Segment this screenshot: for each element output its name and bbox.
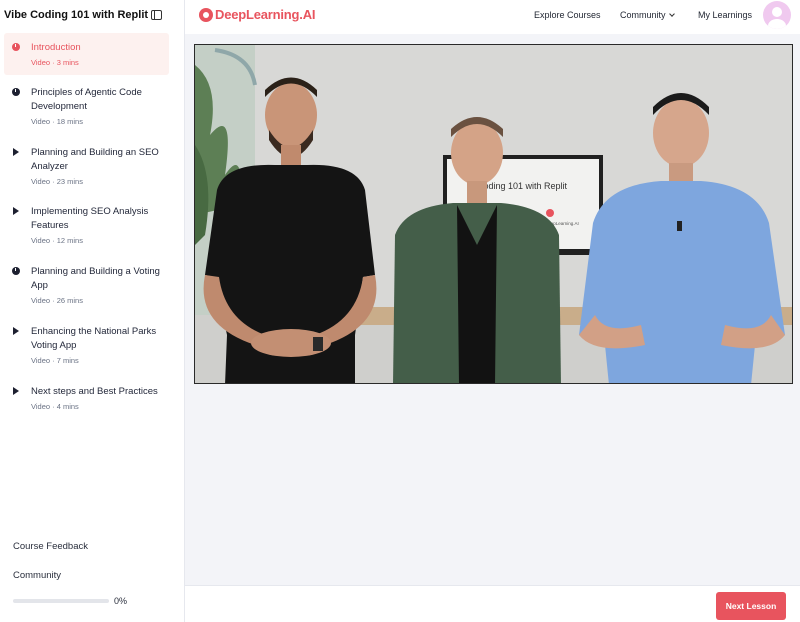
sidebar-toggle-icon[interactable] <box>151 10 162 20</box>
lesson-title: Enhancing the National Parks Voting App <box>31 326 157 351</box>
lesson-meta: Video · 4 mins <box>31 402 79 411</box>
lesson-meta: Video · 12 mins <box>31 236 83 245</box>
lesson-title: Planning and Building a Voting App <box>31 266 160 291</box>
lesson-item-introduction[interactable]: Introduction Video · 3 mins <box>4 33 169 75</box>
nav-community-label: Community <box>620 10 666 20</box>
lesson-footer: Next Lesson <box>185 585 800 622</box>
lesson-item[interactable]: Next steps and Best Practices Video · 4 … <box>4 377 169 411</box>
lesson-meta: Video · 26 mins <box>31 296 83 305</box>
lesson-title: Implementing SEO Analysis Features <box>31 206 149 231</box>
play-icon <box>13 387 19 395</box>
lesson-meta: Video · 3 mins <box>31 58 79 67</box>
course-title: Vibe Coding 101 with Replit <box>4 9 149 21</box>
lesson-content: Coding 101 with Replit DeepLearning.AI <box>185 34 800 585</box>
video-player[interactable]: Coding 101 with Replit DeepLearning.AI <box>194 44 793 384</box>
top-navigation: DeepLearning.AI Explore Courses Communit… <box>185 0 800 34</box>
lesson-item[interactable]: Enhancing the National Parks Voting App … <box>4 317 169 365</box>
logo-icon <box>199 7 213 22</box>
video-frame: Coding 101 with Replit DeepLearning.AI <box>195 45 792 383</box>
monitor-logo-icon <box>546 209 554 217</box>
nav-my-learnings[interactable]: My Learnings <box>698 10 752 20</box>
lesson-item[interactable]: Planning and Building an SEO Analyzer Vi… <box>4 138 169 186</box>
course-sidebar: Vibe Coding 101 with Replit Introduction… <box>0 0 185 622</box>
deeplearning-logo[interactable]: DeepLearning.AI <box>199 7 315 22</box>
clock-icon <box>12 43 20 51</box>
lesson-title: Planning and Building an SEO Analyzer <box>31 147 159 172</box>
progress-percent: 0% <box>114 596 128 606</box>
nav-community[interactable]: Community <box>620 10 675 20</box>
lesson-meta: Video · 23 mins <box>31 177 83 186</box>
next-lesson-button[interactable]: Next Lesson <box>716 592 786 620</box>
logo-text: DeepLearning.AI <box>215 7 316 22</box>
course-progress: 0% <box>13 596 127 606</box>
lesson-title: Principles of Agentic Code Development <box>31 87 142 112</box>
clock-icon <box>12 88 20 96</box>
chevron-down-icon <box>668 11 675 17</box>
course-feedback-link[interactable]: Course Feedback <box>13 541 88 552</box>
progress-bar <box>13 599 109 603</box>
nav-explore-courses[interactable]: Explore Courses <box>534 10 601 20</box>
lesson-title: Introduction <box>31 42 81 53</box>
play-icon <box>13 327 19 335</box>
lesson-meta: Video · 18 mins <box>31 117 83 126</box>
play-icon <box>13 148 19 156</box>
lesson-item[interactable]: Planning and Building a Voting App Video… <box>4 257 169 305</box>
sidebar-header: Vibe Coding 101 with Replit <box>0 0 184 30</box>
community-link[interactable]: Community <box>13 570 61 581</box>
monitor-text: Coding 101 with Replit <box>477 181 568 191</box>
user-avatar[interactable] <box>763 1 791 29</box>
lesson-meta: Video · 7 mins <box>31 356 79 365</box>
clock-icon <box>12 267 20 275</box>
lesson-title: Next steps and Best Practices <box>31 386 158 397</box>
lesson-item[interactable]: Principles of Agentic Code Development V… <box>4 78 169 126</box>
play-icon <box>13 207 19 215</box>
lesson-item[interactable]: Implementing SEO Analysis Features Video… <box>4 197 169 245</box>
